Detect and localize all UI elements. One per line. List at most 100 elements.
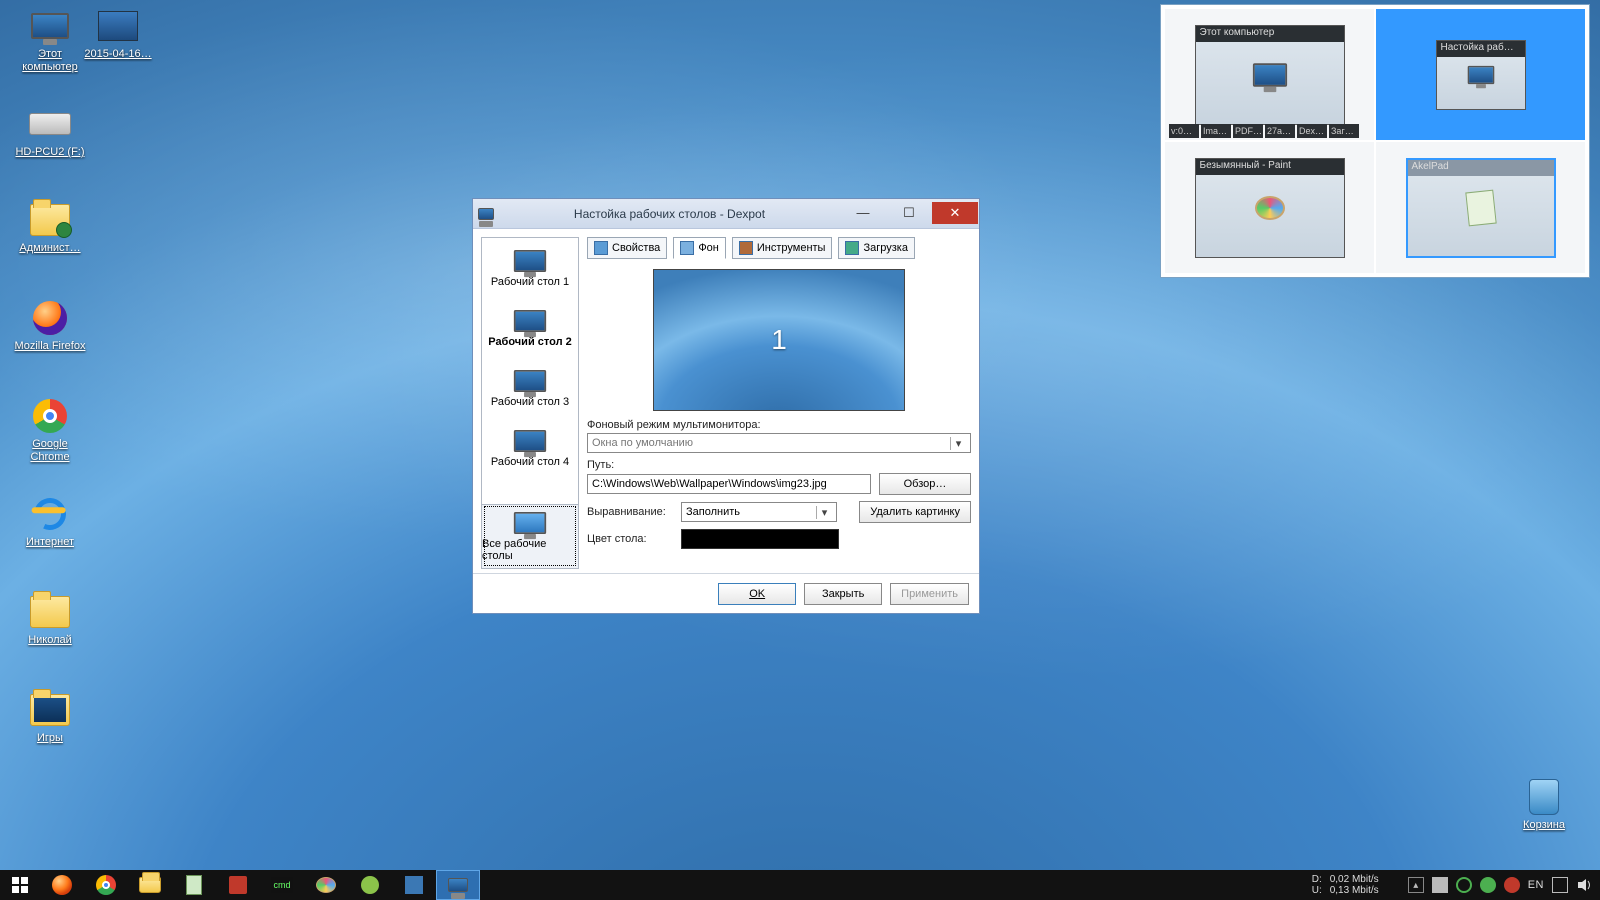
taskbar-dexpot[interactable] bbox=[436, 870, 480, 900]
close-dialog-button[interactable]: Закрыть bbox=[804, 583, 882, 605]
tab-background[interactable]: Фон bbox=[673, 237, 726, 259]
desktop-icon-user-folder[interactable]: Николай bbox=[12, 592, 88, 647]
alignment-label: Выравнивание: bbox=[587, 506, 673, 518]
overview-thumb-title: AkelPad bbox=[1408, 160, 1554, 176]
notepad-icon bbox=[186, 875, 202, 895]
multi-monitor-mode-select[interactable]: Окна по умолчанию ▾ bbox=[587, 433, 971, 453]
tray-sync-icon[interactable] bbox=[1456, 877, 1472, 893]
taskbar-explorer[interactable] bbox=[128, 870, 172, 900]
sidebar-desktop-2[interactable]: Рабочий стол 2 bbox=[482, 298, 578, 358]
taskbar-firefox[interactable] bbox=[40, 870, 84, 900]
sidebar-desktop-1[interactable]: Рабочий стол 1 bbox=[482, 238, 578, 298]
overview-thumb-title: Безымянный - Paint bbox=[1196, 159, 1344, 175]
desktop-icon-this-pc[interactable]: Этот компьютер bbox=[12, 6, 88, 74]
overview-taskbar-thumbs: v:0…Ima…PDF…27a…Dex…Заг… bbox=[1169, 124, 1370, 138]
monitor-icon bbox=[448, 878, 468, 892]
icon-label: Google Chrome bbox=[12, 438, 88, 464]
minimize-button[interactable]: — bbox=[840, 202, 886, 224]
network-rate-indicator: D:U: 0,02 Mbit/s0,13 Mbit/s bbox=[1312, 874, 1400, 896]
remove-image-button[interactable]: Удалить картинку bbox=[859, 501, 971, 523]
ok-button[interactable]: OK bbox=[718, 583, 796, 605]
taskbar-app-cmd[interactable]: cmd bbox=[260, 870, 304, 900]
image-file-icon bbox=[96, 6, 140, 46]
firefox-icon bbox=[28, 298, 72, 338]
sidebar-desktop-3[interactable]: Рабочий стол 3 bbox=[482, 358, 578, 418]
desktop-list-sidebar: Рабочий стол 1 Рабочий стол 2 Рабочий ст… bbox=[481, 237, 579, 569]
properties-icon bbox=[594, 241, 608, 255]
folder-icon bbox=[28, 200, 72, 240]
tray-app-icon[interactable] bbox=[1480, 877, 1496, 893]
wallpaper-preview: 1 bbox=[653, 269, 905, 411]
icon-label: 2015-04-16… bbox=[84, 48, 151, 61]
firefox-icon bbox=[52, 875, 72, 895]
close-button[interactable]: ✕ bbox=[932, 202, 978, 224]
multi-monitor-label: Фоновый режим мультимонитора: bbox=[587, 419, 971, 431]
recycle-bin-icon bbox=[1522, 777, 1566, 817]
desktop-icon-recycle-bin[interactable]: Корзина bbox=[1506, 777, 1582, 832]
alignment-select[interactable]: Заполнить ▾ bbox=[681, 502, 837, 522]
tray-battery-icon[interactable] bbox=[1432, 877, 1448, 893]
sidebar-desktop-4[interactable]: Рабочий стол 4 bbox=[482, 418, 578, 478]
volume-icon[interactable] bbox=[1576, 877, 1592, 893]
taskbar-paint[interactable] bbox=[304, 870, 348, 900]
start-button[interactable] bbox=[0, 870, 40, 900]
maximize-button[interactable]: ☐ bbox=[886, 202, 932, 224]
overview-thumb-title: Настойка раб… bbox=[1437, 41, 1525, 57]
taskbar-app-blue[interactable] bbox=[392, 870, 436, 900]
icon-label: Этот компьютер bbox=[12, 48, 88, 74]
preview-desktop-number: 1 bbox=[771, 324, 787, 356]
sidebar-all-desktops[interactable]: Все рабочие столы bbox=[482, 504, 578, 568]
desktop-icon-firefox[interactable]: Mozilla Firefox bbox=[12, 298, 88, 353]
tab-properties[interactable]: Свойства bbox=[587, 237, 667, 259]
taskbar-notepad[interactable] bbox=[172, 870, 216, 900]
icon-label: Админист… bbox=[19, 242, 80, 255]
taskbar: cmd D:U: 0,02 Mbit/s0,13 Mbit/s ▴ EN bbox=[0, 870, 1600, 900]
desktop-icon-games[interactable]: Игры bbox=[12, 690, 88, 745]
system-tray: ▴ EN bbox=[1400, 877, 1600, 893]
desktop-icon-chrome[interactable]: Google Chrome bbox=[12, 396, 88, 464]
icon-label: Николай bbox=[28, 634, 72, 647]
window-title: Настойка рабочих столов - Dexpot bbox=[499, 207, 840, 221]
tab-startup[interactable]: Загрузка bbox=[838, 237, 914, 259]
wallpaper-path-input[interactable]: C:\Windows\Web\Wallpaper\Windows\img23.j… bbox=[587, 474, 871, 494]
desktop-icon-external-drive[interactable]: HD-PCU2 (F:) bbox=[12, 104, 88, 159]
desktop-icon-admin[interactable]: Админист… bbox=[12, 200, 88, 255]
app-icon bbox=[361, 876, 379, 894]
overview-desktop-1[interactable]: Этот компьютер v:0…Ima…PDF…27a…Dex…Заг… bbox=[1165, 9, 1374, 140]
tray-up-icon[interactable]: ▴ bbox=[1408, 877, 1424, 893]
drive-icon bbox=[28, 104, 72, 144]
path-label: Путь: bbox=[587, 459, 971, 471]
language-indicator[interactable]: EN bbox=[1528, 879, 1544, 891]
icon-label: Интернет bbox=[26, 536, 74, 549]
notepad-icon bbox=[1465, 189, 1496, 226]
desktop-color-swatch[interactable] bbox=[681, 529, 839, 549]
settings-tabs: Свойства Фон Инструменты Загрузка bbox=[587, 237, 971, 259]
background-icon bbox=[680, 241, 694, 255]
overview-desktop-4[interactable]: AkelPad bbox=[1376, 142, 1585, 273]
terminal-icon: cmd bbox=[271, 877, 293, 893]
taskbar-chrome[interactable] bbox=[84, 870, 128, 900]
desktop-icon-internet[interactable]: Интернет bbox=[12, 494, 88, 549]
desktop-icon-screenshot[interactable]: 2015-04-16… bbox=[80, 6, 156, 61]
icon-label: HD-PCU2 (F:) bbox=[15, 146, 84, 159]
action-center-icon[interactable] bbox=[1552, 877, 1568, 893]
overview-desktop-2[interactable]: Настойка раб… bbox=[1376, 9, 1585, 140]
tab-tools[interactable]: Инструменты bbox=[732, 237, 833, 259]
monitor-icon bbox=[1467, 65, 1494, 83]
paint-icon bbox=[1255, 196, 1285, 220]
chevron-down-icon: ▾ bbox=[816, 506, 832, 519]
chrome-icon bbox=[96, 875, 116, 895]
icon-label: Игры bbox=[37, 732, 63, 745]
folder-icon bbox=[139, 877, 161, 893]
overview-desktop-3[interactable]: Безымянный - Paint bbox=[1165, 142, 1374, 273]
computer-icon bbox=[1252, 63, 1286, 86]
taskbar-app-red[interactable] bbox=[216, 870, 260, 900]
tray-av-icon[interactable] bbox=[1504, 877, 1520, 893]
taskbar-app-green[interactable] bbox=[348, 870, 392, 900]
window-titlebar[interactable]: Настойка рабочих столов - Dexpot — ☐ ✕ bbox=[473, 199, 979, 229]
select-value: Заполнить bbox=[686, 506, 740, 518]
apply-button[interactable]: Применить bbox=[890, 583, 969, 605]
overview-thumb-title: Этот компьютер bbox=[1196, 26, 1344, 42]
browse-button[interactable]: Обзор… bbox=[879, 473, 971, 495]
windows-logo-icon bbox=[12, 877, 28, 893]
